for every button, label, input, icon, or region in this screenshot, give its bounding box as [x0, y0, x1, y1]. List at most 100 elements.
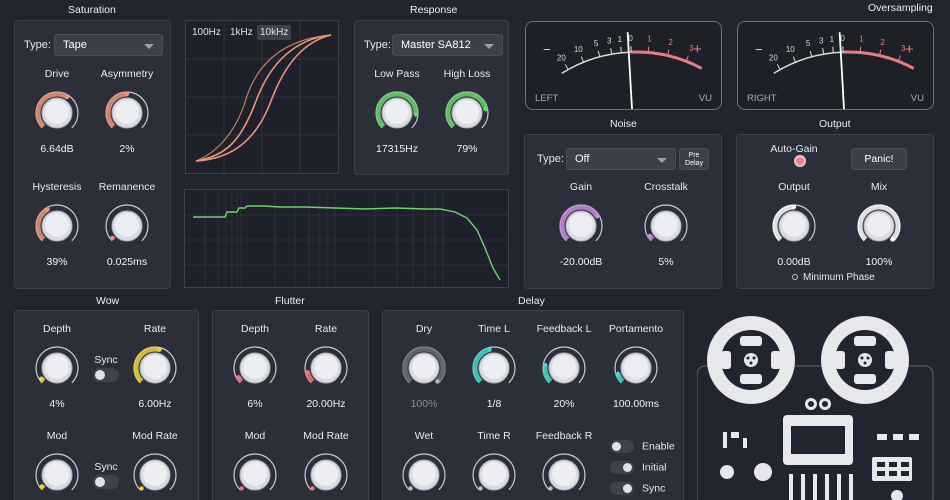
- wow-title: Wow: [96, 295, 120, 307]
- wow-mod-rate-knob[interactable]: [131, 451, 179, 499]
- vu-scale-label: 10: [786, 45, 795, 54]
- minimum-phase-radio[interactable]: [792, 274, 798, 280]
- portamento-label: Portamento: [608, 323, 664, 335]
- flutter-rate-knob[interactable]: [302, 344, 350, 392]
- vu-scale-label: 20: [769, 53, 778, 62]
- pre-delay-label-1: Pre: [688, 152, 700, 159]
- vu-scale-sign: +: [693, 41, 702, 58]
- portamento-value: 100.00ms: [612, 398, 660, 410]
- chevron-down-icon: [657, 158, 667, 163]
- time-r-label: Time R: [477, 430, 511, 442]
- vu-scale-label: 0: [628, 34, 633, 43]
- pre-delay-button[interactable]: Pre Delay: [679, 148, 709, 170]
- time-r-knob[interactable]: [470, 451, 518, 499]
- frequency-response-curve: [185, 190, 508, 287]
- high-loss-knob[interactable]: [443, 89, 491, 137]
- vu-scale-label: 5: [594, 39, 599, 48]
- flutter-mod-rate-label: Mod Rate: [303, 430, 349, 442]
- noise-gain-label: Gain: [569, 181, 593, 193]
- flutter-depth-label: Depth: [240, 323, 270, 335]
- hysteresis-graph: 100Hz 1kHz 10kHz: [185, 20, 339, 174]
- feedback-l-label: Feedback L: [536, 323, 592, 335]
- vu-scale-label: 20: [557, 53, 566, 62]
- asymmetry-value: 2%: [119, 143, 135, 155]
- asymmetry-knob[interactable]: [103, 89, 151, 137]
- noise-gain-value: -20.00dB: [559, 256, 603, 268]
- vu-scale-label: 3: [819, 36, 824, 45]
- vu-meter-left: 20 10 5 3 1 0 1 2 3− + LEFT VU: [525, 21, 722, 110]
- delay-initial-toggle[interactable]: Initial: [610, 461, 667, 474]
- saturation-type-dropdown[interactable]: Tape: [54, 34, 163, 56]
- wow-depth-knob[interactable]: [33, 344, 81, 392]
- time-l-label: Time L: [478, 323, 510, 335]
- flutter-rate-value: 20.00Hz: [306, 398, 346, 410]
- vu-needle: [626, 32, 633, 109]
- portamento-knob[interactable]: [612, 344, 660, 392]
- crosstalk-label: Crosstalk: [644, 181, 688, 193]
- vu-side-label: LEFT: [535, 93, 559, 104]
- vu-scale-sign: −: [755, 42, 763, 57]
- wow-depth-value: 4%: [49, 398, 65, 410]
- vu-scale-label: 2: [668, 38, 673, 47]
- freq-tab-10khz[interactable]: 10kHz: [257, 25, 292, 40]
- feedback-r-knob[interactable]: [540, 451, 588, 499]
- wet-label: Wet: [414, 430, 434, 442]
- wow-rate-label: Rate: [143, 323, 167, 335]
- wow-mod-rate-label: Mod Rate: [132, 430, 178, 442]
- response-type-dropdown[interactable]: Master SA812: [392, 34, 503, 56]
- wow-mod-knob[interactable]: [33, 451, 81, 499]
- wow-mod-sync-toggle[interactable]: [93, 475, 119, 489]
- delay-enable-toggle[interactable]: Enable: [610, 440, 675, 453]
- mix-label: Mix: [870, 181, 888, 193]
- feedback-l-knob[interactable]: [540, 344, 588, 392]
- drive-label: Drive: [44, 68, 70, 80]
- hysteresis-knob[interactable]: [33, 202, 81, 250]
- drive-knob[interactable]: [33, 89, 81, 137]
- output-knob[interactable]: [770, 202, 818, 250]
- vu-side-label: RIGHT: [747, 93, 777, 104]
- saturation-type-value: Tape: [63, 39, 87, 51]
- mix-knob[interactable]: [855, 202, 903, 250]
- wow-depth-label: Depth: [42, 323, 72, 335]
- time-l-knob[interactable]: [470, 344, 518, 392]
- tape-machine-illustration: [696, 312, 937, 500]
- vu-scale-label: 1: [647, 35, 652, 44]
- flutter-mod-knob[interactable]: [231, 451, 279, 499]
- freq-tab-1khz[interactable]: 1kHz: [227, 25, 256, 40]
- dry-knob[interactable]: [400, 344, 448, 392]
- noise-type-dropdown[interactable]: Off: [566, 148, 676, 170]
- dry-label: Dry: [415, 323, 433, 335]
- low-pass-label: Low Pass: [374, 68, 420, 80]
- noise-gain-knob[interactable]: [557, 202, 605, 250]
- vu-meter-right: 20 10 5 3 1 0 1 2 3− + RIGHT VU: [737, 21, 934, 110]
- freq-tab-100hz[interactable]: 100Hz: [189, 25, 224, 40]
- delay-sync-toggle[interactable]: Sync: [610, 482, 665, 495]
- response-type-label: Type:: [364, 39, 391, 51]
- vu-needle: [838, 32, 845, 109]
- hysteresis-label: Hysteresis: [32, 181, 82, 193]
- high-loss-value: 79%: [456, 143, 478, 155]
- remanence-knob[interactable]: [103, 202, 151, 250]
- response-title: Response: [410, 4, 458, 16]
- saturation-type-label: Type:: [24, 39, 51, 51]
- vu-scale-label: 3: [607, 36, 612, 45]
- remanence-value: 0.025ms: [106, 256, 148, 268]
- wet-knob[interactable]: [400, 451, 448, 499]
- low-pass-knob[interactable]: [373, 89, 421, 137]
- flutter-depth-knob[interactable]: [231, 344, 279, 392]
- flutter-mod-rate-knob[interactable]: [302, 451, 350, 499]
- vu-scale-label: 1: [618, 35, 623, 44]
- delay-enable-label: Enable: [642, 440, 675, 453]
- panic-button[interactable]: Panic!: [851, 148, 907, 170]
- wow-rate-value: 6.00Hz: [138, 398, 172, 410]
- output-title: Output: [819, 118, 851, 130]
- flutter-title: Flutter: [275, 295, 305, 307]
- vu-scale-label: 1: [859, 35, 864, 44]
- oversampling-button[interactable]: Oversampling: [868, 2, 933, 14]
- crosstalk-value: 5%: [658, 256, 674, 268]
- crosstalk-knob[interactable]: [642, 202, 690, 250]
- auto-gain-toggle[interactable]: [794, 155, 806, 167]
- vu-scale-sign: −: [543, 42, 551, 57]
- wow-sync-toggle[interactable]: [93, 368, 119, 382]
- wow-rate-knob[interactable]: [131, 344, 179, 392]
